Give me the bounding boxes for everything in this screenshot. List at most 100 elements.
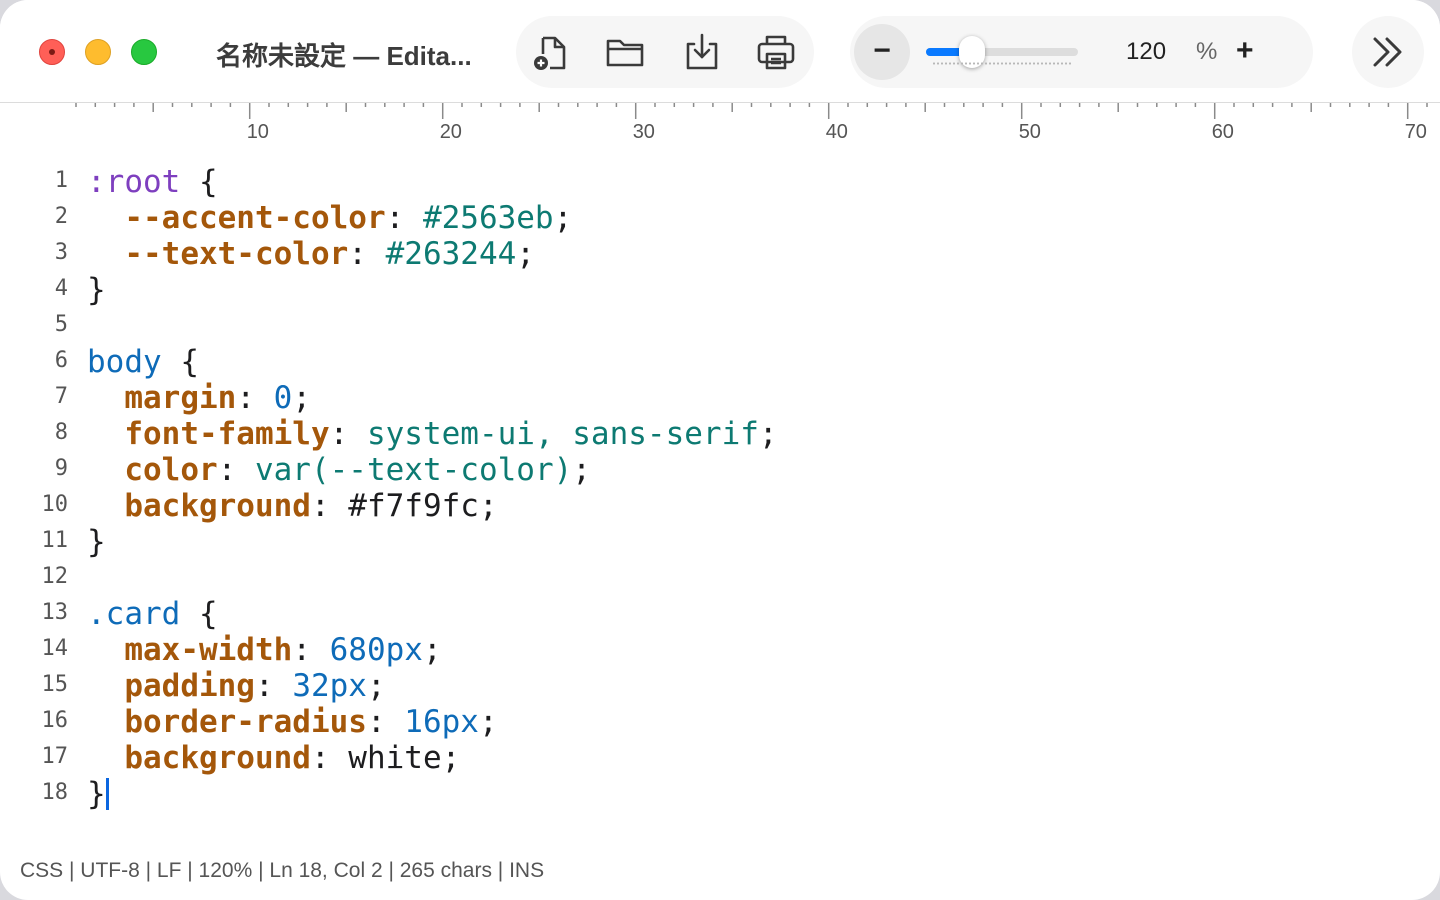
code-line[interactable]: 9 color: var(--text-color);	[0, 452, 1440, 488]
code-text: padding: 32px;	[87, 668, 386, 704]
zoom-window-button[interactable]	[131, 39, 157, 65]
code-line[interactable]: 10 background: #f7f9fc;	[0, 488, 1440, 524]
code-line[interactable]: 13 .card {	[0, 596, 1440, 632]
print-icon[interactable]	[754, 30, 798, 74]
line-number: 13	[41, 600, 69, 625]
code-text: margin: 0;	[87, 380, 311, 416]
code-token: background	[124, 488, 311, 524]
code-token: padding	[124, 668, 255, 704]
line-number: 6	[54, 348, 68, 373]
line-number: 14	[41, 636, 69, 661]
code-text: --text-color: #263244;	[87, 236, 535, 272]
download-icon[interactable]	[680, 30, 724, 74]
code-line[interactable]: 5	[0, 308, 1440, 344]
code-line[interactable]: 17 background: white;	[0, 740, 1440, 776]
line-number: 8	[54, 420, 68, 445]
line-number: 10	[41, 492, 69, 517]
code-text: }	[87, 524, 106, 560]
line-number: 17	[41, 744, 69, 769]
code-text: :root {	[87, 164, 218, 200]
code-text: }	[87, 272, 106, 308]
code-token: 0	[273, 380, 293, 416]
code-line[interactable]: 4}	[0, 272, 1440, 308]
code-token: :	[236, 380, 274, 416]
code-editor[interactable]: 1:root {2 --accent-color: #2563eb; 3 --te…	[0, 164, 1440, 824]
zoom-out-button[interactable]: −	[854, 24, 910, 80]
code-text: --accent-color: #2563eb;	[87, 200, 572, 236]
zoom-slider[interactable]	[926, 36, 1078, 68]
line-number: 16	[41, 708, 69, 733]
line-number: 1	[54, 168, 68, 193]
code-token: }	[87, 776, 106, 812]
code-line[interactable]: 18}	[0, 776, 1440, 812]
titlebar: 名称未設定 — Edita... − 120 % +	[0, 0, 1440, 103]
code-token: ;	[553, 200, 573, 236]
window-title: 名称未設定 — Edita...	[216, 41, 472, 71]
ruler-label: 20	[439, 121, 462, 143]
ruler-label: 70	[1404, 121, 1427, 143]
code-token: :root	[87, 164, 181, 200]
code-text: background: white;	[87, 740, 460, 776]
code-token: :	[254, 668, 293, 704]
code-token: ;	[422, 632, 442, 668]
code-line[interactable]: 15 padding: 32px;	[0, 668, 1440, 704]
zoom-in-button[interactable]: +	[1236, 34, 1254, 68]
code-token: }	[87, 272, 106, 308]
code-line[interactable]: 12	[0, 560, 1440, 596]
code-line[interactable]: 16 border-radius: 16px;	[0, 704, 1440, 740]
close-window-button[interactable]	[39, 39, 65, 65]
code-token: 680px	[329, 632, 423, 668]
code-token: :	[385, 200, 423, 236]
code-line[interactable]: 8 font-family: system-ui, sans-serif;	[0, 416, 1440, 452]
new-document-icon[interactable]	[530, 30, 574, 74]
code-token: border-radius	[124, 704, 367, 740]
line-number: 2	[54, 204, 68, 229]
line-number: 18	[41, 780, 69, 805]
code-text: color: var(--text-color);	[87, 452, 591, 488]
zoom-value[interactable]: 120	[1126, 38, 1166, 66]
code-token: --accent-color	[124, 200, 386, 236]
code-line[interactable]: 3 --text-color: #263244;	[0, 236, 1440, 272]
line-number: 9	[54, 456, 68, 481]
code-line[interactable]: 1 :root {	[0, 164, 1440, 200]
code-token: :	[348, 236, 386, 272]
open-folder-icon[interactable]	[604, 30, 648, 74]
code-token: :	[329, 416, 367, 452]
code-token: background	[124, 740, 311, 776]
code-text: max-width: 680px;	[87, 632, 442, 668]
code-line[interactable]: 7 margin: 0;	[0, 380, 1440, 416]
code-line[interactable]: 11}	[0, 524, 1440, 560]
code-text: font-family: system-ui, sans-serif;	[87, 416, 778, 452]
code-token: max-width	[124, 632, 293, 668]
code-token: ;	[478, 704, 498, 740]
code-token: }	[87, 524, 106, 560]
code-token: ;	[758, 416, 778, 452]
code-token: ;	[516, 236, 535, 272]
line-number: 7	[54, 384, 68, 409]
code-text: .card {	[87, 596, 218, 632]
code-line[interactable]: 2 --accent-color: #2563eb;	[0, 200, 1440, 236]
code-line[interactable]: 6 body {	[0, 344, 1440, 380]
code-token: {	[161, 344, 199, 380]
code-token: var(--text-color)	[254, 452, 573, 488]
more-toolbar-button[interactable]	[1352, 16, 1424, 88]
code-token: color	[124, 452, 218, 488]
code-token: : white;	[310, 740, 461, 776]
code-token: .card	[87, 596, 181, 632]
minimize-window-button[interactable]	[85, 39, 111, 65]
code-token: ;	[366, 668, 386, 704]
ruler: 10 20 30 40 50 60 70	[0, 103, 1440, 148]
code-token: :	[292, 632, 330, 668]
code-text: background: #f7f9fc;	[87, 488, 497, 524]
code-token: ;	[572, 452, 591, 488]
code-line[interactable]: 14 max-width: 680px;	[0, 632, 1440, 668]
line-number: 4	[54, 276, 68, 301]
code-text: body {	[87, 344, 199, 380]
code-token: --text-color	[124, 236, 349, 272]
